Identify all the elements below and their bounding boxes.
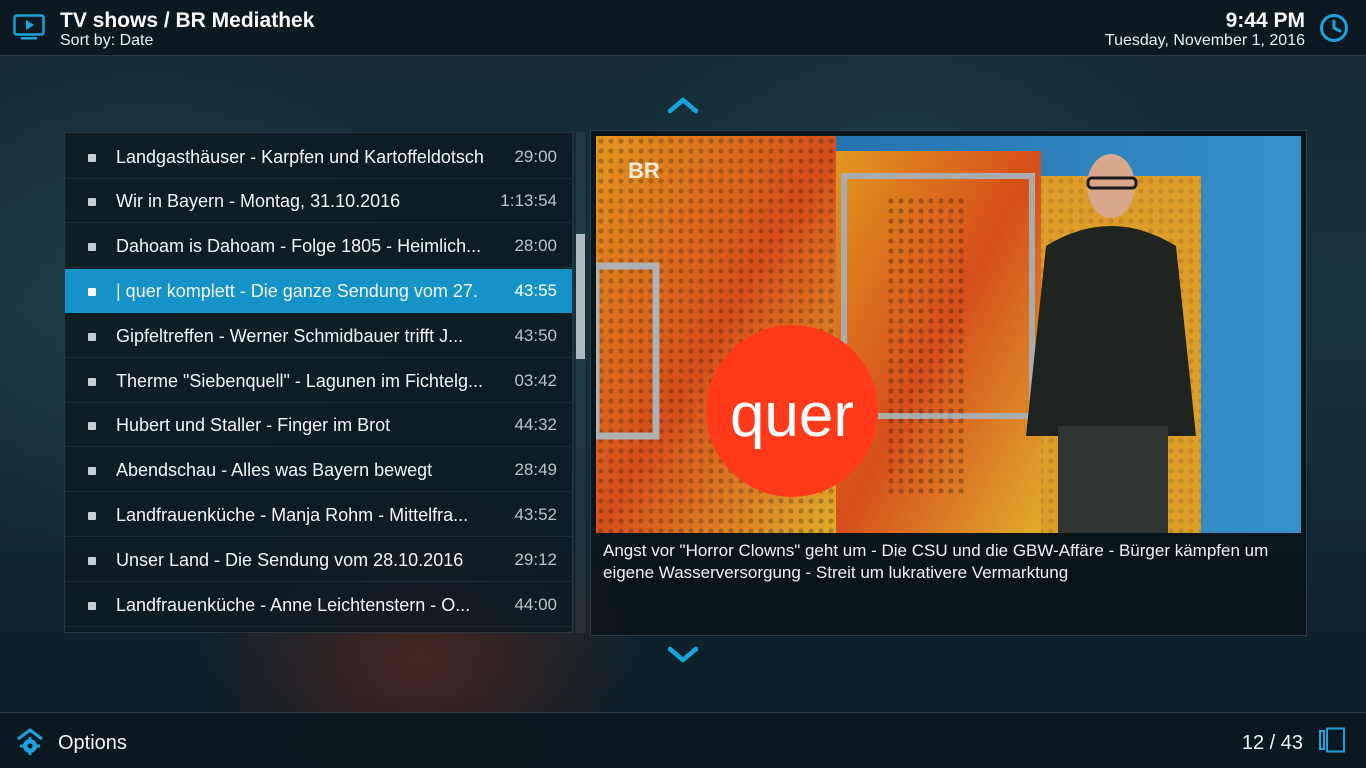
list-item-title: Unser Land - Die Sendung vom 28.10.2016 [116, 550, 464, 570]
scroll-up-arrow-icon[interactable] [667, 96, 699, 114]
list-item-duration: 29:12 [514, 550, 557, 569]
top-bar: TV shows / BR Mediathek Sort by: Date 9:… [0, 0, 1366, 56]
list-item[interactable]: Landfrauenküche - Manja Rohm - Mittelfra… [65, 493, 572, 537]
list-item-title: Hubert und Staller - Finger im Brot [116, 415, 391, 435]
view-mode-icon[interactable] [1318, 727, 1346, 753]
clock-date: Tuesday, November 1, 2016 [1104, 32, 1305, 49]
episode-thumbnail: quer BR [596, 136, 1301, 533]
list-item-duration: 43:50 [514, 326, 557, 345]
list-item[interactable]: Landgasthäuser - Karpfen und Kartoffeldo… [65, 135, 572, 179]
list-item[interactable]: Gipfeltreffen - Werner Schmidbauer triff… [65, 314, 572, 358]
bottom-bar: Options 12 / 43 [0, 712, 1366, 768]
list-item-duration: 44:32 [514, 415, 557, 434]
list-bullet [88, 512, 96, 520]
br-logo-text: BR [628, 158, 660, 183]
list-item-duration: 1:13:54 [500, 191, 557, 210]
options-icon[interactable] [14, 727, 46, 755]
list-item-title: Landfrauenküche - Anne Leichtenstern - O… [116, 595, 471, 615]
list-item[interactable]: Wir in Bayern - Montag, 31.10.2016 1:13:… [65, 179, 572, 223]
list-bullet [88, 243, 96, 251]
list-bullet [88, 198, 96, 206]
episode-list: Landgasthäuser - Karpfen und Kartoffeldo… [64, 132, 573, 633]
clock-icon [1320, 14, 1348, 42]
list-item-duration: 29:00 [514, 147, 557, 166]
clock-time: 9:44 PM [1225, 9, 1305, 32]
list-bullet [88, 467, 96, 475]
thumbnail-art: quer BR [596, 136, 1301, 533]
episode-plot: Angst vor "Horror Clowns" geht um - Die … [603, 541, 1269, 582]
list-item[interactable]: Hubert und Staller - Finger im Brot 44:3… [65, 403, 572, 447]
list-scrollbar[interactable] [576, 132, 585, 633]
list-item[interactable]: Dahoam is Dahoam - Folge 1805 - Heimlich… [65, 224, 572, 268]
list-bullet [88, 154, 96, 162]
scroll-down-arrow-icon[interactable] [667, 646, 699, 664]
list-bullet [88, 557, 96, 565]
list-bullet [88, 288, 96, 296]
list-item-title: Landfrauenküche - Manja Rohm - Mittelfra… [116, 505, 469, 525]
list-bullet [88, 422, 96, 430]
list-bullet [88, 378, 96, 386]
list-item-title: Therme "Siebenquell" - Lagunen im Fichte… [116, 371, 483, 391]
list-item-title: Landgasthäuser - Karpfen und Kartoffeldo… [116, 147, 484, 167]
list-item[interactable]: Abendschau - Alles was Bayern bewegt 28:… [65, 448, 572, 492]
list-item-duration: 43:55 [514, 281, 557, 300]
list-item-selected[interactable]: | quer komplett - Die ganze Sendung vom … [65, 269, 572, 313]
tv-icon [13, 14, 45, 40]
list-item-duration: 28:00 [514, 236, 557, 255]
list-item-duration: 28:49 [514, 460, 557, 479]
list-item[interactable]: Landfrauenküche - Anne Leichtenstern - O… [65, 583, 572, 627]
page-title: TV shows / BR Mediathek [60, 9, 315, 32]
list-item[interactable]: Therme "Siebenquell" - Lagunen im Fichte… [65, 359, 572, 403]
list-bullet [88, 602, 96, 610]
sort-label[interactable]: Sort by: Date [60, 32, 153, 50]
item-counter: 12 / 43 [1241, 732, 1303, 754]
list-item-title: | quer komplett - Die ganze Sendung vom … [116, 281, 478, 301]
list-item-title: Abendschau - Alles was Bayern bewegt [116, 460, 433, 480]
options-button[interactable]: Options [58, 732, 127, 755]
list-item-title: Wir in Bayern - Montag, 31.10.2016 [116, 191, 401, 211]
list-item-title: Gipfeltreffen - Werner Schmidbauer triff… [116, 326, 464, 346]
list-scrollbar-thumb[interactable] [576, 234, 585, 359]
quer-logo-text: quer [730, 381, 854, 450]
list-item-title: Dahoam is Dahoam - Folge 1805 - Heimlich… [116, 236, 482, 256]
list-item-duration: 44:00 [514, 595, 557, 614]
list-item-duration: 43:52 [514, 505, 557, 524]
list-item-duration: 03:42 [514, 371, 557, 390]
list-item[interactable]: Unser Land - Die Sendung vom 28.10.2016 … [65, 538, 572, 582]
list-bullet [88, 333, 96, 341]
